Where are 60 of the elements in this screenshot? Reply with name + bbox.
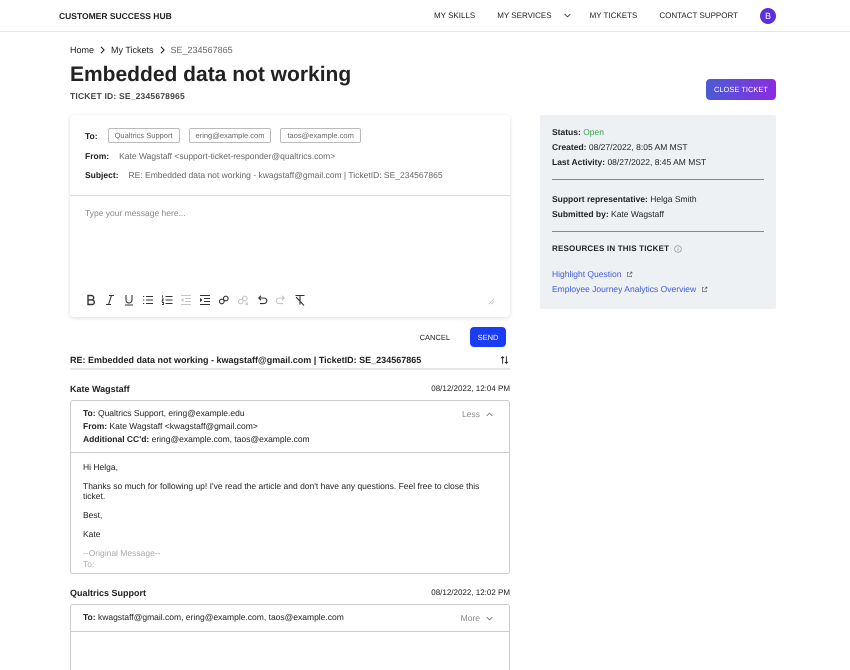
field-label: To:: [85, 130, 98, 140]
message-paragraph: Kate: [83, 529, 102, 539]
detail-line: Last Activity: 08/27/2022, 8:45 AM MST: [552, 156, 708, 169]
message-time: 08/12/2022, 12:02 PM: [431, 588, 510, 598]
breadcrumb-link[interactable]: SE_234567865: [170, 45, 233, 55]
breadcrumb-link[interactable]: Home: [70, 45, 94, 55]
detail-line: Submitted by: Kate Wagstaff: [552, 208, 665, 221]
bold-icon[interactable]: [85, 294, 97, 306]
chevron-down-icon[interactable]: [564, 13, 571, 18]
message-paragraph: Best,: [83, 510, 104, 520]
quoted-text: To:: [83, 559, 96, 570]
resources-heading: RESOURCES IN THIS TICKET: [552, 244, 670, 253]
detail-line: Created: 08/27/2022, 8:05 AM MST: [552, 141, 689, 154]
nav-link[interactable]: MY SERVICES: [497, 11, 552, 20]
undo-icon[interactable]: [256, 294, 268, 306]
italic-icon[interactable]: [104, 294, 116, 306]
nav-link[interactable]: CONTACT SUPPORT: [659, 11, 738, 20]
message-paragraph: Hi Helga,: [83, 462, 119, 472]
indent-icon[interactable]: [199, 294, 211, 306]
brand-name: CUSTOMER SUCCESS HUB: [59, 10, 172, 20]
numbers-icon[interactable]: [161, 294, 173, 306]
quoted-text: --Original Message--: [83, 548, 162, 559]
page-title: Embedded data not working: [70, 62, 352, 88]
resource-link[interactable]: Highlight Question: [552, 267, 622, 282]
message-header-line: Additional CC'd: ering@example.com, taos@example.com: [83, 433, 310, 446]
breadcrumb-link[interactable]: My Tickets: [111, 45, 154, 55]
resize-handle-icon[interactable]: [486, 296, 495, 304]
message-paragraph: Thanks so much for following up! I've read the article and don't have any questions. Feel free to close this ticket.: [83, 481, 480, 501]
bullets-icon[interactable]: [142, 294, 154, 306]
underline-icon[interactable]: [123, 294, 135, 306]
message-header-line: To: kwagstaff@gmail.com, ering@example.com, taos@example.com: [83, 611, 344, 624]
from-value: Kate Wagstaff <support-ticket-responder@qualtrics.com>: [119, 150, 336, 160]
sort-icon[interactable]: [500, 355, 509, 365]
thread-subject: RE: Embedded data not working - kwagstaff@gmail.com | TicketID: SE_234567865: [70, 355, 422, 365]
toggle-details-button[interactable]: Less: [460, 407, 495, 421]
detail-line: Support representative: Helga Smith: [552, 193, 698, 206]
nav-link[interactable]: MY TICKETS: [590, 11, 638, 20]
info-icon[interactable]: [674, 244, 682, 252]
nav-link[interactable]: MY SKILLS: [434, 11, 476, 20]
chevron-right-icon: [160, 46, 165, 54]
user-avatar[interactable]: B: [760, 8, 776, 24]
message-input[interactable]: Type your message here...: [70, 196, 510, 294]
message-header-line: From: Kate Wagstaff <kwagstaff@gmail.com>: [83, 420, 259, 433]
message-sender: Qualtrics Support: [70, 588, 146, 598]
toggle-details-button[interactable]: More: [458, 611, 495, 625]
chevron-right-icon: [100, 46, 106, 54]
resource-link[interactable]: Employee Journey Analytics Overview: [552, 282, 696, 297]
link-icon[interactable]: [218, 294, 230, 306]
field-label: Subject:: [85, 170, 119, 180]
detail-line: Status: Open: [552, 126, 605, 139]
field-label: From:: [85, 150, 110, 160]
message-time: 08/12/2022, 12:04 PM: [431, 384, 510, 394]
message-sender: Kate Wagstaff: [70, 384, 130, 394]
message-header-line: To: Qualtrics Support, ering@example.edu: [83, 407, 246, 420]
ticket-id: TICKET ID: SE_2345678965: [70, 91, 186, 101]
chevron-up-icon[interactable]: [486, 412, 493, 416]
external-link-icon[interactable]: [626, 271, 634, 278]
clear-icon[interactable]: [294, 294, 306, 306]
external-link-icon[interactable]: [701, 286, 708, 293]
subject-value: RE: Embedded data not working - kwagstaff@gmail.com | TicketID: SE_234567865: [128, 170, 443, 180]
